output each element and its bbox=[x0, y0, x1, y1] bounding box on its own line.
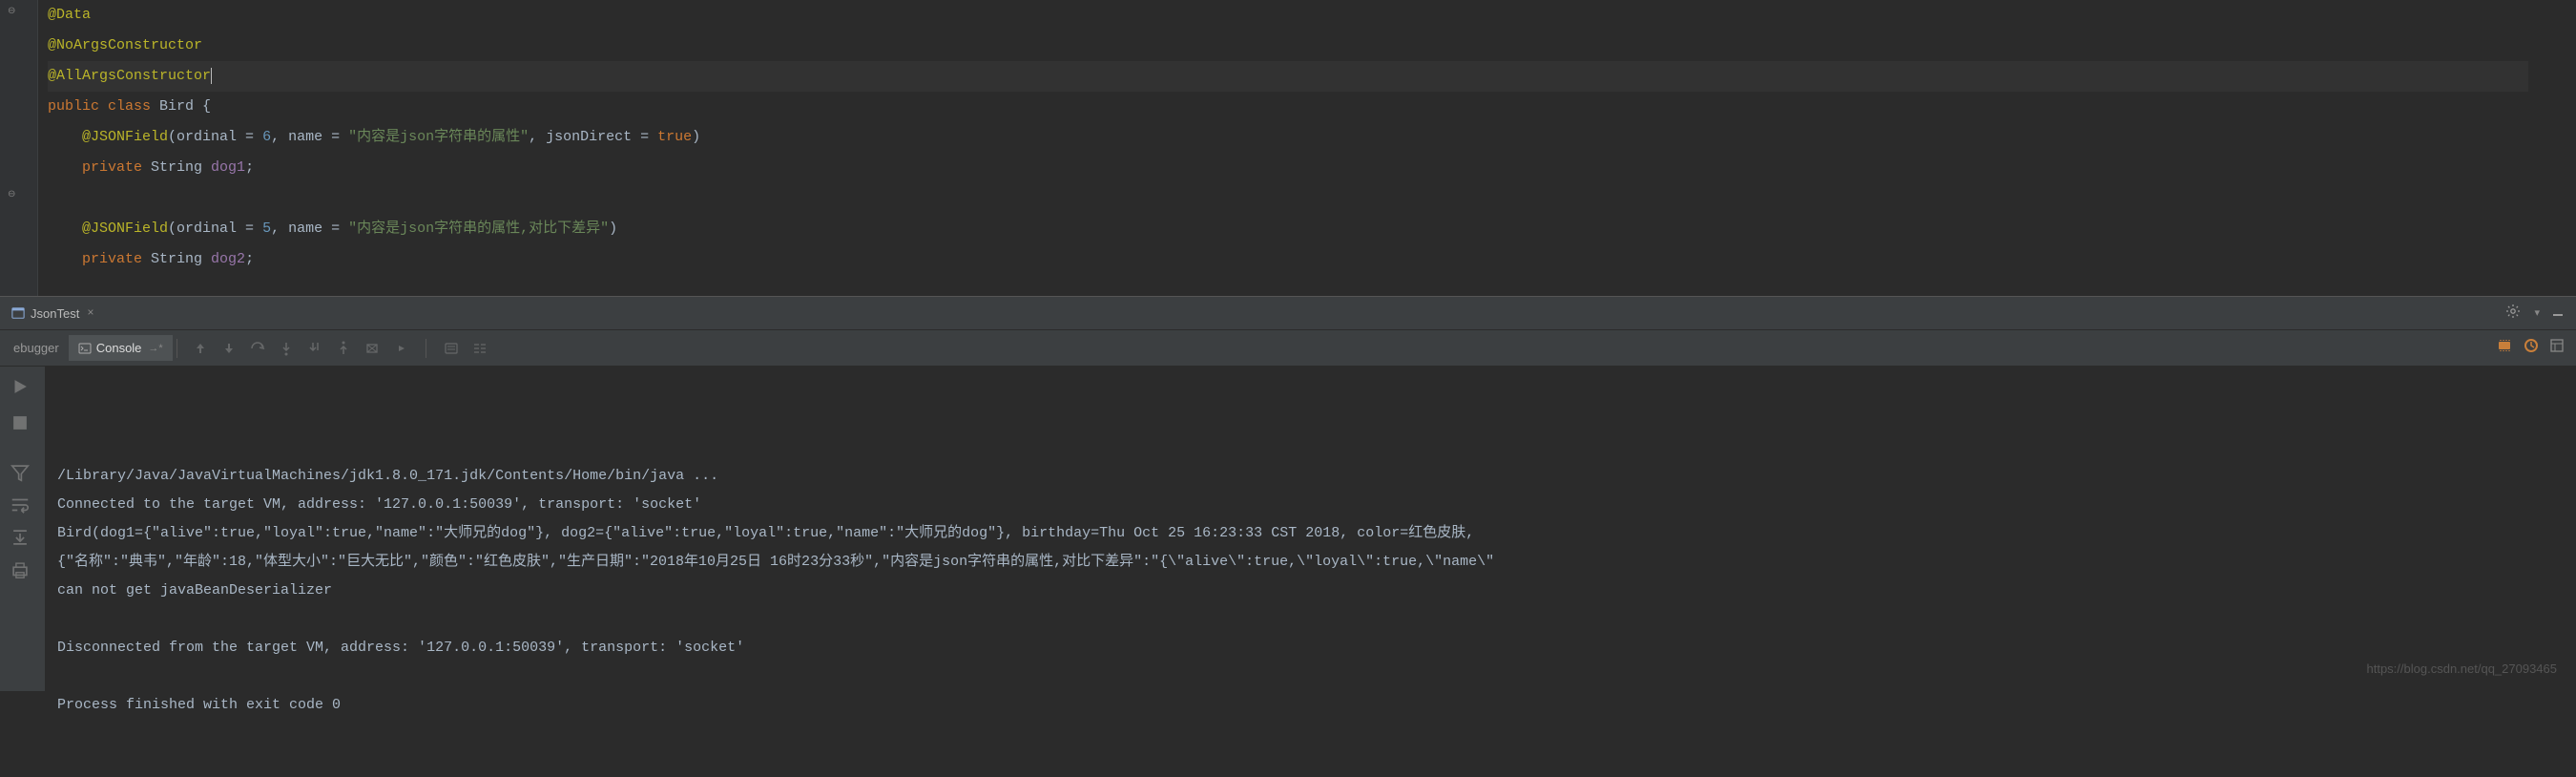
code-line[interactable] bbox=[48, 183, 2576, 214]
console-line bbox=[57, 605, 2576, 634]
drop-frame-icon[interactable] bbox=[364, 341, 380, 356]
tab-console[interactable]: Console →* bbox=[69, 335, 173, 361]
run-tab-icon bbox=[11, 306, 25, 320]
console-line bbox=[57, 662, 2576, 691]
console-gutter bbox=[0, 367, 46, 691]
run-to-cursor-icon[interactable] bbox=[393, 341, 408, 356]
code-line[interactable]: @AllArgsConstructor bbox=[48, 61, 2528, 92]
console-line: /Library/Java/JavaVirtualMachines/jdk1.8… bbox=[57, 462, 2576, 491]
console-line: Disconnected from the target VM, address… bbox=[57, 634, 2576, 662]
wrap-icon[interactable] bbox=[10, 494, 31, 515]
console-line: Bird(dog1={"alive":true,"loyal":true,"na… bbox=[57, 519, 2576, 548]
evaluate-icon[interactable] bbox=[444, 341, 459, 356]
console-dropdown-icon[interactable]: →* bbox=[148, 343, 162, 354]
code-line[interactable]: @JSONField(ordinal = 5, name = "内容是json字… bbox=[48, 214, 2576, 244]
code-editor[interactable]: ⊖ ⊖ @Data@NoArgsConstructor@AllArgsConst… bbox=[0, 0, 2576, 296]
step-out-icon[interactable] bbox=[336, 341, 351, 356]
code-line[interactable]: public class Bird { bbox=[48, 92, 2576, 122]
console-output[interactable]: /Library/Java/JavaVirtualMachines/jdk1.8… bbox=[0, 367, 2576, 691]
step-into-icon[interactable] bbox=[279, 341, 294, 356]
layout-icon[interactable] bbox=[2549, 338, 2565, 358]
run-tab-label[interactable]: JsonTest bbox=[31, 306, 79, 321]
gear-icon[interactable] bbox=[2505, 304, 2521, 324]
code-line[interactable]: @Data bbox=[48, 0, 2576, 31]
close-icon[interactable]: × bbox=[87, 306, 93, 320]
scroll-end-icon[interactable] bbox=[10, 527, 31, 548]
code-line[interactable]: private String dog2; bbox=[48, 244, 2576, 275]
console-line: {"名称":"典韦","年龄":18,"体型大小":"巨大无比","颜色":"红… bbox=[57, 548, 2576, 577]
memory-icon[interactable] bbox=[2496, 337, 2513, 359]
filter-icon[interactable] bbox=[10, 462, 31, 483]
console-line: Process finished with exit code 0 bbox=[57, 691, 2576, 720]
code-line[interactable]: @JSONField(ordinal = 6, name = "内容是json字… bbox=[48, 122, 2576, 153]
down-stack-icon[interactable] bbox=[221, 341, 237, 356]
editor-gutter: ⊖ ⊖ bbox=[0, 0, 38, 296]
debug-toolbar: ebugger Console →* bbox=[0, 330, 2576, 367]
code-line[interactable]: @NoArgsConstructor bbox=[48, 31, 2576, 61]
watermark: https://blog.csdn.net/qq_27093465 bbox=[2367, 655, 2558, 683]
trace-icon[interactable] bbox=[472, 341, 488, 356]
stop-icon[interactable] bbox=[10, 412, 31, 433]
fold-icon[interactable]: ⊖ bbox=[8, 6, 15, 17]
overhead-icon[interactable] bbox=[2523, 337, 2540, 359]
code-line[interactable]: private String dog1; bbox=[48, 153, 2576, 183]
fold-icon[interactable]: ⊖ bbox=[8, 189, 15, 200]
step-over-icon[interactable] bbox=[250, 341, 265, 356]
console-line: Connected to the target VM, address: '12… bbox=[57, 491, 2576, 519]
print-icon[interactable] bbox=[10, 559, 31, 580]
minimize-icon[interactable] bbox=[2551, 304, 2565, 323]
up-stack-icon[interactable] bbox=[193, 341, 208, 356]
tab-debugger[interactable]: ebugger bbox=[4, 341, 69, 355]
rerun-icon[interactable] bbox=[10, 376, 31, 397]
tab-console-label: Console bbox=[96, 341, 142, 355]
gear-dropdown-icon[interactable]: ▾ bbox=[2534, 306, 2540, 320]
force-step-into-icon[interactable] bbox=[307, 341, 322, 356]
run-tab-bar: JsonTest × ▾ bbox=[0, 296, 2576, 330]
console-line: can not get javaBeanDeserializer bbox=[57, 577, 2576, 605]
